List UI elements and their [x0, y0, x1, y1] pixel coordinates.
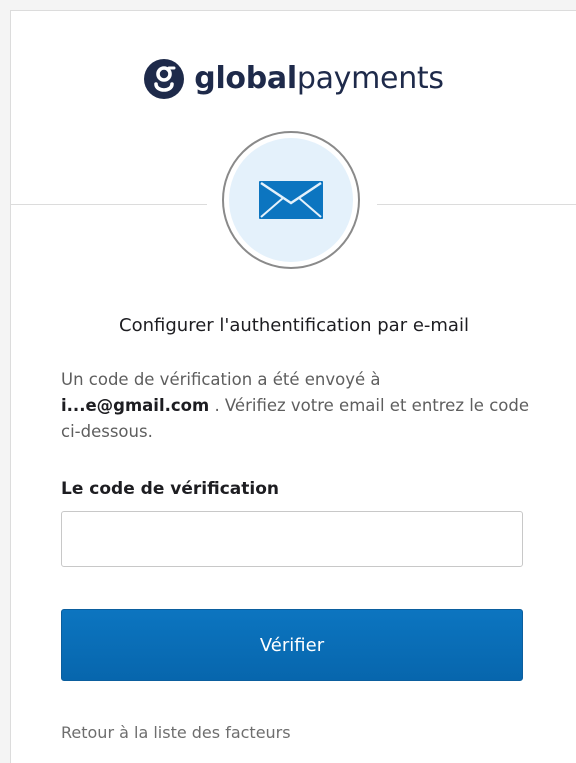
envelope-icon — [259, 181, 323, 219]
instructions-text: Un code de vérification a été envoyé à i… — [61, 367, 541, 445]
brand-logo: globalpayments — [11, 59, 576, 99]
verification-code-label: Le code de vérification — [61, 479, 279, 499]
verify-button[interactable]: Vérifier — [61, 609, 523, 681]
factor-icon-ring — [222, 131, 360, 269]
divider-right — [377, 204, 576, 205]
globalpayments-g-logo-icon — [144, 59, 185, 99]
brand-name-light: payments — [296, 61, 444, 96]
masked-email: i...e@gmail.com — [61, 396, 210, 415]
brand-name-bold: global — [194, 61, 297, 96]
auth-card: globalpayments Configurer l'authentifica… — [10, 10, 576, 763]
divider-left — [11, 204, 207, 205]
factor-icon-disc — [229, 138, 353, 262]
back-to-factors-link[interactable]: Retour à la liste des facteurs — [61, 723, 291, 742]
page-title: Configurer l'authentification par e-mail — [119, 315, 469, 336]
brand-name: globalpayments — [194, 59, 444, 99]
instructions-before: Un code de vérification a été envoyé à — [61, 370, 381, 389]
verification-code-input[interactable] — [61, 511, 523, 567]
